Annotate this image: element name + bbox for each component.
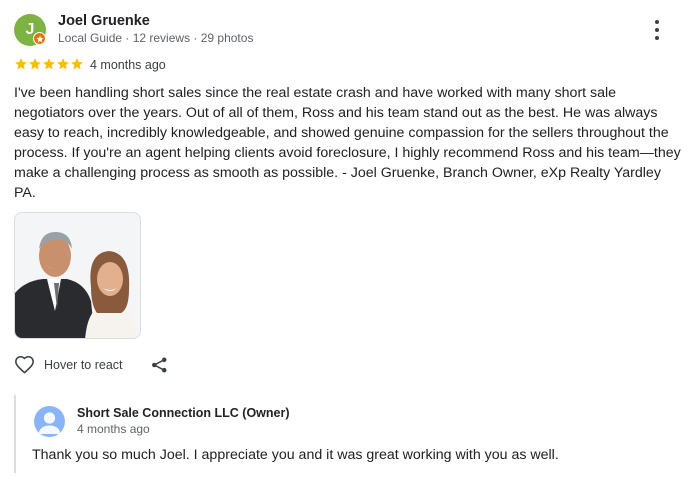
react-button[interactable]: Hover to react — [14, 355, 123, 374]
star-icon — [57, 58, 69, 70]
person-icon — [38, 412, 61, 434]
more-vertical-icon — [655, 20, 659, 24]
share-icon — [152, 357, 167, 373]
share-button[interactable] — [151, 356, 168, 379]
owner-reply-date: 4 months ago — [77, 422, 150, 436]
star-icon — [15, 58, 27, 70]
review-date: 4 months ago — [90, 58, 166, 72]
heart-outline-icon — [15, 355, 34, 374]
author-meta: Local Guide · 12 reviews · 29 photos — [58, 31, 254, 45]
owner-avatar — [34, 406, 65, 437]
author-name[interactable]: Joel Gruenke — [58, 13, 150, 29]
local-guide-badge-icon — [33, 32, 46, 45]
star-icon — [71, 58, 83, 70]
react-label: Hover to react — [44, 357, 123, 372]
star-icon — [29, 58, 41, 70]
star-rating — [14, 57, 84, 71]
review-card: J Joel Gruenke Local Guide · 12 reviews … — [0, 0, 699, 477]
review-photo[interactable] — [14, 212, 141, 339]
owner-reply-text: Thank you so much Joel. I appreciate you… — [32, 447, 559, 463]
owner-reply: Short Sale Connection LLC (Owner) 4 mont… — [14, 395, 674, 473]
owner-name: Short Sale Connection LLC (Owner) — [77, 406, 290, 420]
more-options-button[interactable] — [650, 20, 664, 40]
review-text: I've been handling short sales since the… — [14, 85, 681, 201]
star-icon — [43, 58, 55, 70]
